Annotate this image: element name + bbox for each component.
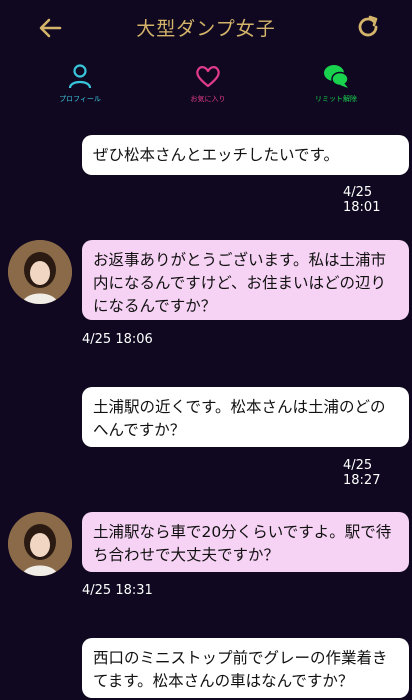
limit-release-label: リミット解除 <box>315 95 357 103</box>
avatar[interactable] <box>8 512 72 576</box>
page-title: 大型ダンプ女子 <box>136 18 276 40</box>
message-timestamp: 4/25 18:06 <box>82 332 153 347</box>
favorite-label: お気に入り <box>190 95 226 103</box>
message-timestamp: 4/25 18:31 <box>82 583 153 598</box>
limit-release-button[interactable]: リミット解除 <box>281 62 391 104</box>
reload-icon[interactable] <box>355 14 381 40</box>
profile-label: プロフィール <box>59 95 101 103</box>
favorite-button[interactable]: お気に入り <box>153 62 263 104</box>
message-bubble-mine: 西口のミニストップ前でグレーの作業着きてます。松本さんの車はなんですか？ <box>82 638 409 698</box>
message-bubble-partner: お返事ありがとうございます。私は土浦市内になるんですけど、お住まいはどの辺りにな… <box>82 240 409 320</box>
message-bubble-partner: 土浦駅なら車で20分くらいですよ。駅で待ち合わせで大丈夫ですか？ <box>82 512 409 572</box>
heart-icon <box>196 66 220 88</box>
message-bubble-mine: 土浦駅の近くです。松本さんは土浦のどのへんですか？ <box>82 387 409 447</box>
avatar[interactable] <box>8 240 72 304</box>
profile-button[interactable]: プロフィール <box>25 62 135 104</box>
avatar-photo <box>8 512 72 576</box>
avatar-photo <box>8 240 72 304</box>
message-timestamp: 4/25 18:01 <box>343 185 381 215</box>
message-bubble-mine: ぜひ松本さんとエッチしたいです。 <box>82 135 409 175</box>
action-bar: プロフィール お気に入り リミット解除 <box>0 62 412 112</box>
chat-bubbles-icon <box>324 65 349 88</box>
app-header: 大型ダンプ女子 <box>0 0 412 56</box>
message-timestamp: 4/25 18:27 <box>343 458 381 488</box>
person-icon <box>68 64 92 89</box>
